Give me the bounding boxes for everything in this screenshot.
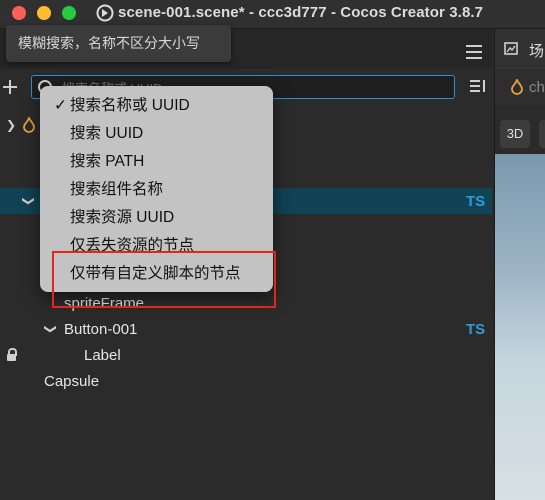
toggle-3d-button[interactable]: 3D — [500, 120, 530, 148]
flame-icon — [511, 79, 523, 95]
chevron-down-icon[interactable]: ❯ — [22, 196, 36, 206]
add-node-button[interactable] — [1, 78, 19, 96]
minimize-window-button[interactable] — [37, 6, 51, 20]
tree-row[interactable]: Capsule — [0, 368, 492, 394]
menu-item-search-path[interactable]: 搜索 PATH — [40, 148, 273, 176]
checkmark-icon: ✓ — [54, 97, 67, 114]
scene-flame-icon — [23, 117, 35, 133]
plus-icon — [3, 80, 17, 94]
scene-subtab-label: ch — [529, 79, 545, 96]
ts-script-badge: TS — [466, 193, 486, 210]
zoom-window-button[interactable] — [62, 6, 76, 20]
tree-row-label: Capsule — [44, 373, 100, 390]
scene-viewport[interactable] — [495, 154, 545, 500]
close-window-button[interactable] — [12, 6, 26, 20]
scene-panel: 场 ch 3D — [494, 29, 545, 500]
tab-scene-label: 场 — [529, 43, 545, 60]
ts-script-badge: TS — [466, 321, 486, 338]
tree-row-label: Label — [84, 347, 121, 364]
tree-row-label: Button-001 — [64, 321, 138, 338]
chevron-down-icon[interactable]: ❯ — [44, 324, 58, 334]
scene-subtab[interactable]: ch — [495, 69, 545, 105]
chevron-down-icon[interactable]: ❯ — [6, 118, 16, 132]
tab-scene[interactable]: 场 — [495, 29, 545, 69]
menu-item-search-asset-uuid[interactable]: 搜索资源 UUID — [40, 204, 273, 232]
tree-row[interactable]: Label — [0, 342, 492, 368]
sort-list-icon[interactable] — [470, 80, 488, 96]
menu-item-search-name-uuid[interactable]: ✓ 搜索名称或 UUID — [40, 92, 273, 120]
window-title: scene-001.scene* - ccc3d777 - Cocos Crea… — [118, 4, 484, 21]
search-tooltip: 模糊搜索，名称不区分大小写 — [6, 25, 231, 62]
scene-tool-button[interactable] — [539, 120, 545, 148]
cocos-logo-icon — [96, 4, 114, 22]
menu-item-search-uuid[interactable]: 搜索 UUID — [40, 120, 273, 148]
scene-tab-icon — [504, 42, 518, 55]
annotation-highlight-box — [52, 251, 276, 308]
lock-icon[interactable] — [7, 348, 17, 361]
menu-item-search-component[interactable]: 搜索组件名称 — [40, 176, 273, 204]
tree-row[interactable]: ❯ Button-001 TS — [0, 316, 492, 342]
panel-menu-icon[interactable] — [466, 45, 484, 61]
